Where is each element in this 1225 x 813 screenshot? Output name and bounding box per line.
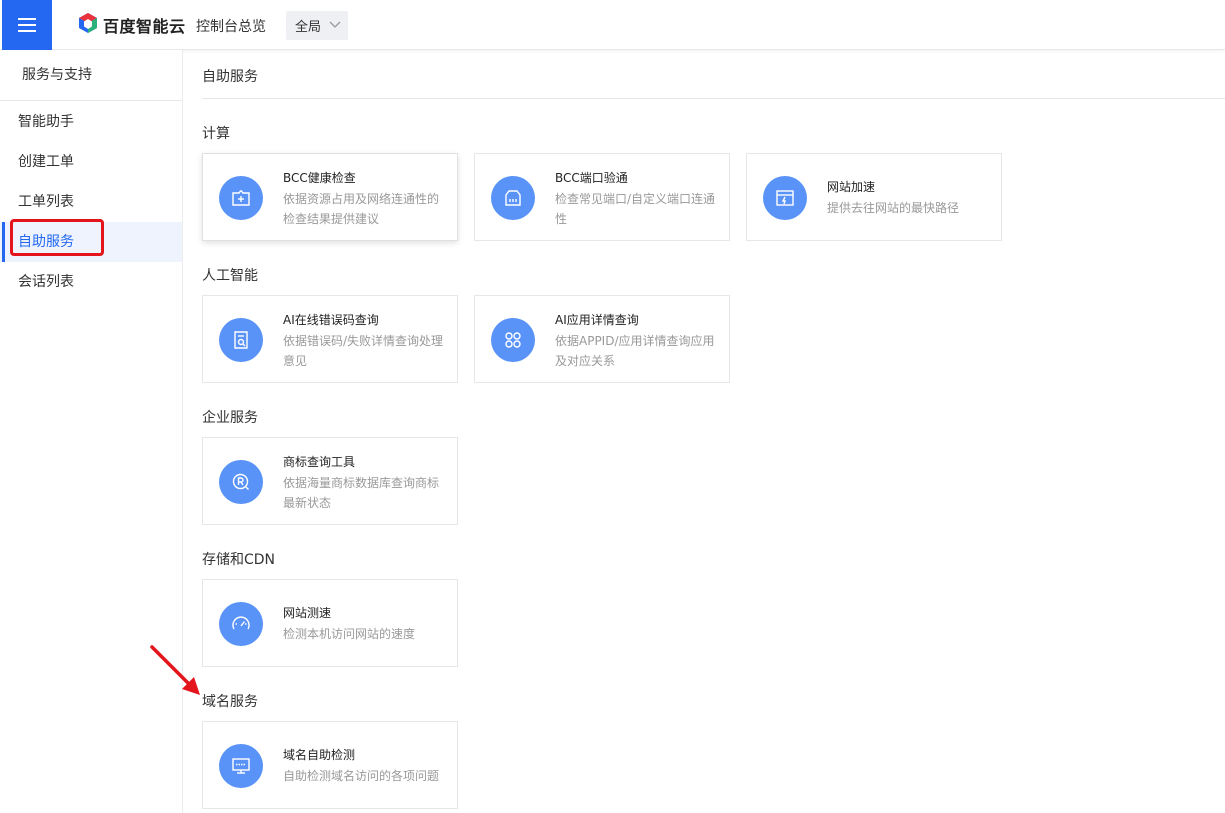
chevron-down-icon xyxy=(329,19,341,34)
region-select-value: 全局 xyxy=(295,20,322,35)
card-bcc-port-check[interactable]: BCC端口验通 检查常见端口/自定义端口连通性 xyxy=(474,153,730,241)
speedometer-icon xyxy=(219,602,263,646)
top-bar: 百度智能云 控制台总览 全局 xyxy=(0,0,1225,50)
card-title: 网站测速 xyxy=(283,606,332,620)
card-website-accelerate[interactable]: 网站加速 提供去往网站的最快路径 xyxy=(746,153,1002,241)
card-ai-app-detail-search[interactable]: AI应用详情查询 依据APPID/应用详情查询应用及对应关系 xyxy=(474,295,730,383)
sidebar-item-session-list[interactable]: 会话列表 xyxy=(0,262,182,302)
card-description: 依据资源占用及网络连通性的检查结果提供建议 xyxy=(283,192,440,226)
card-description: 检查常见端口/自定义端口连通性 xyxy=(555,192,716,226)
highlight-annotation-box xyxy=(10,219,104,256)
section-title-storage-cdn: 存储和CDN xyxy=(202,552,276,568)
card-title: AI在线错误码查询 xyxy=(283,313,379,327)
annotation-arrow-icon xyxy=(148,643,208,703)
section-title-compute: 计算 xyxy=(202,126,230,142)
card-title: 商标查询工具 xyxy=(283,455,356,469)
card-bcc-health-check[interactable]: BCC健康检查 依据资源占用及网络连通性的检查结果提供建议 xyxy=(202,153,458,241)
sidebar-item-ticket-list[interactable]: 工单列表 xyxy=(0,182,182,222)
card-description: 依据错误码/失败详情查询处理意见 xyxy=(283,334,444,368)
hamburger-icon xyxy=(18,17,36,33)
brand-logo[interactable]: 百度智能云 xyxy=(78,13,186,37)
sidebar-item-smart-assistant[interactable]: 智能助手 xyxy=(0,102,182,142)
title-divider xyxy=(202,98,1225,99)
console-overview-link[interactable]: 控制台总览 xyxy=(196,16,266,36)
card-title: 网站加速 xyxy=(827,180,876,194)
card-website-speed-test[interactable]: 网站测速 检测本机访问网站的速度 xyxy=(202,579,458,667)
hamburger-menu-button[interactable] xyxy=(2,0,52,50)
region-select[interactable]: 全局 xyxy=(286,11,348,40)
main-content: 自助服务 计算 BCC健康检查 依据资源占用及网络连通性的检查结果提供建议 BC… xyxy=(183,50,1225,813)
section-title-enterprise: 企业服务 xyxy=(202,410,258,426)
website-accelerate-icon xyxy=(763,176,807,220)
card-title: 域名自助检测 xyxy=(283,748,356,762)
card-domain-self-check[interactable]: 域名自助检测 自助检测域名访问的各项问题 xyxy=(202,721,458,809)
card-description: 依据海量商标数据库查询商标最新状态 xyxy=(283,476,440,510)
page-title: 自助服务 xyxy=(202,69,258,85)
domain-monitor-icon xyxy=(219,744,263,788)
section-title-ai: 人工智能 xyxy=(202,268,258,284)
logo-text: 百度智能云 xyxy=(103,17,186,36)
section-title-domain: 域名服务 xyxy=(202,694,258,710)
error-code-search-icon xyxy=(219,318,263,362)
health-check-icon xyxy=(219,176,263,220)
card-ai-error-code-search[interactable]: AI在线错误码查询 依据错误码/失败详情查询处理意见 xyxy=(202,295,458,383)
card-description: 检测本机访问网站的速度 xyxy=(283,627,416,641)
port-icon xyxy=(491,176,535,220)
baidu-cloud-logo-icon xyxy=(78,12,98,38)
sidebar-heading: 服务与支持 xyxy=(0,50,182,101)
card-description: 提供去往网站的最快路径 xyxy=(827,201,960,215)
card-trademark-search[interactable]: 商标查询工具 依据海量商标数据库查询商标最新状态 xyxy=(202,437,458,525)
sidebar-item-create-ticket[interactable]: 创建工单 xyxy=(0,142,182,182)
card-title: AI应用详情查询 xyxy=(555,313,639,327)
app-grid-icon xyxy=(491,318,535,362)
card-title: BCC端口验通 xyxy=(555,171,628,185)
card-description: 自助检测域名访问的各项问题 xyxy=(283,769,440,783)
trademark-search-icon xyxy=(219,460,263,504)
card-title: BCC健康检查 xyxy=(283,171,356,185)
card-description: 依据APPID/应用详情查询应用及对应关系 xyxy=(555,334,715,368)
